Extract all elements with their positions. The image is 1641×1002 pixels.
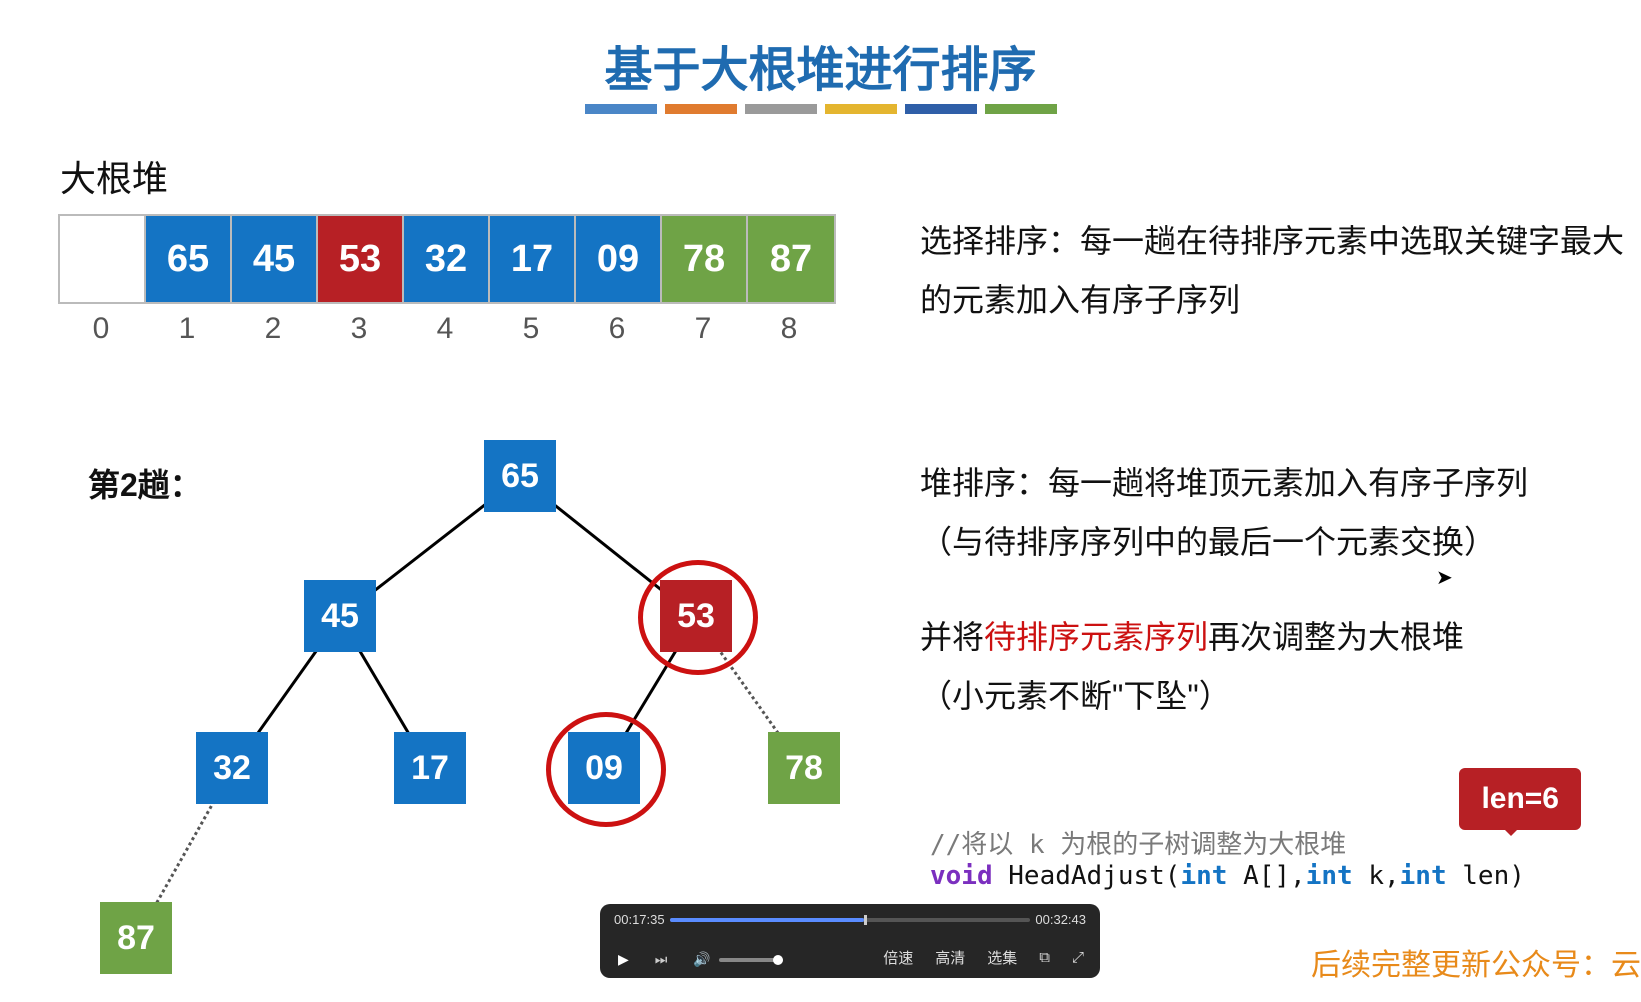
footnote-text: 后续完整更新公众号：云: [1311, 940, 1641, 984]
array-indices: 0 1 2 3 4 5 6 7 8: [58, 312, 832, 346]
tree-node: 32: [196, 732, 268, 804]
next-icon[interactable]: ⏭: [655, 951, 668, 968]
pip-icon[interactable]: ⧉: [1039, 949, 1050, 966]
hd-button[interactable]: 高清: [935, 947, 965, 968]
video-progress-knob[interactable]: [864, 915, 867, 925]
highlight-circle: [638, 560, 758, 675]
video-player-bar[interactable]: 00:17:35 00:32:43 ▶ ⏭ 🔊 倍速 高清 选集 ⧉ ⤢: [600, 904, 1100, 978]
array-cell: 65: [146, 216, 232, 302]
title-underline: [585, 104, 1057, 114]
heap-subtitle: 大根堆: [60, 150, 168, 202]
code-snippet: //将以 k 为根的子树调整为大根堆 void HeadAdjust(int A…: [930, 824, 1525, 891]
array-cell: 53: [318, 216, 404, 302]
mouse-cursor-icon: ➤: [1436, 565, 1453, 590]
array-cell: 45: [232, 216, 318, 302]
array-view: 65 45 53 32 17 09 78 87: [58, 214, 836, 304]
video-progress[interactable]: [670, 918, 1030, 922]
array-cell: 78: [662, 216, 748, 302]
array-cell: 17: [490, 216, 576, 302]
tree-node: 65: [484, 440, 556, 512]
tree-node: 17: [394, 732, 466, 804]
highlight-circle: [546, 712, 666, 827]
speed-button[interactable]: 倍速: [883, 947, 913, 968]
episodes-button[interactable]: 选集: [987, 947, 1017, 968]
video-time-current: 00:17:35: [614, 912, 665, 927]
pass-label: 第2趟：: [88, 460, 202, 506]
len-badge: len=6: [1459, 768, 1581, 830]
text-selection-sort: 选择排序：每一趟在待排序元素中选取关键字最大的元素加入有序子序列: [920, 212, 1631, 330]
volume-slider[interactable]: [719, 958, 783, 962]
play-icon[interactable]: ▶: [618, 951, 629, 968]
volume-icon[interactable]: 🔊: [693, 951, 710, 968]
array-cell: [60, 216, 146, 302]
video-progress-fill: [670, 918, 864, 922]
tree-node: 45: [304, 580, 376, 652]
volume-knob[interactable]: [773, 955, 783, 965]
text-heapsort-1: 堆排序：每一趟将堆顶元素加入有序子序列 （与待排序序列中的最后一个元素交换）: [920, 454, 1641, 572]
page-title: 基于大根堆进行排序: [0, 30, 1641, 100]
fullscreen-icon[interactable]: ⤢: [1072, 949, 1084, 966]
video-time-total: 00:32:43: [1035, 912, 1086, 927]
tree-node: 87: [100, 902, 172, 974]
tree-node: 78: [768, 732, 840, 804]
array-cell: 09: [576, 216, 662, 302]
text-heapsort-2: 并将待排序元素序列再次调整为大根堆 （小元素不断"下坠"）: [920, 608, 1631, 726]
array-cell: 87: [748, 216, 834, 302]
array-cell: 32: [404, 216, 490, 302]
